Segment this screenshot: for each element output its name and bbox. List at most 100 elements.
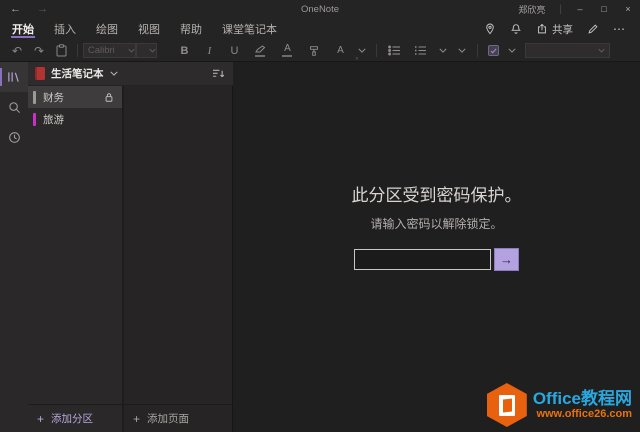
tab-home[interactable]: 开始 <box>2 18 44 40</box>
protected-section-title: 此分区受到密码保护。 <box>351 186 522 205</box>
font-select[interactable]: Calibri <box>82 43 136 58</box>
toolbar-divider <box>375 44 377 57</box>
font-color-button[interactable]: A <box>274 42 301 60</box>
underline-button[interactable]: U <box>222 42 247 60</box>
section-item-travel[interactable]: 旅游 <box>28 108 122 130</box>
sections-pane: 财务 旅游 <box>28 86 123 404</box>
password-row: → <box>354 248 519 271</box>
tab-draw[interactable]: 绘图 <box>86 18 128 40</box>
forward-button[interactable]: → <box>37 3 48 15</box>
user-account[interactable]: 郑欣亮 <box>504 3 559 16</box>
chevron-down-icon <box>598 48 605 53</box>
chevron-down-icon <box>508 48 516 53</box>
clock-icon <box>8 131 20 143</box>
section-item-finance[interactable]: 财务 <box>28 86 122 108</box>
protected-section-subtitle: 请输入密码以解除锁定。 <box>370 217 503 231</box>
lock-icon <box>104 92 114 103</box>
add-section-label: 添加分区 <box>51 413 94 425</box>
bullet-list-button[interactable] <box>382 42 408 60</box>
share-icon <box>538 23 546 34</box>
chevron-down-icon <box>148 48 156 53</box>
watermark-title: Office教程网 <box>532 388 632 408</box>
watermark-url: www.office26.com <box>536 408 632 421</box>
styles-select[interactable] <box>524 43 610 58</box>
font-name-value: Calibri <box>87 45 115 56</box>
redo-button[interactable]: ↷ <box>28 42 50 60</box>
highlight-color-bar <box>255 54 266 57</box>
add-page-button[interactable]: + 添加页面 <box>124 404 233 432</box>
clear-format-glyph: A <box>337 45 344 56</box>
chevron-down-icon[interactable] <box>109 71 118 76</box>
bullet-list-icon <box>388 45 401 56</box>
plus-icon: + <box>133 411 141 426</box>
todo-tag-button[interactable] <box>483 42 505 60</box>
font-size-select[interactable] <box>135 43 157 58</box>
notebooks-button[interactable] <box>0 62 28 92</box>
plus-icon: + <box>37 411 45 426</box>
format-painter-button[interactable] <box>301 42 328 60</box>
font-color-glyph: A <box>284 43 291 54</box>
notebook-header: 生活笔记本 <box>28 62 233 86</box>
toolbar-overflow-button[interactable] <box>452 42 472 60</box>
checkbox-icon <box>488 45 500 56</box>
titlebar-separator: | <box>559 3 562 15</box>
minimize-button[interactable]: – <box>568 0 592 18</box>
content-canvas: 此分区受到密码保护。 请输入密码以解除锁定。 → <box>233 62 640 432</box>
office-document-glyph <box>498 394 515 416</box>
add-page-label: 添加页面 <box>147 413 190 425</box>
clipboard-icon <box>56 44 66 57</box>
highlighter-button[interactable] <box>247 42 274 60</box>
italic-button[interactable]: I <box>197 42 222 60</box>
section-label: 旅游 <box>43 113 64 126</box>
more-list-options-button[interactable] <box>434 42 452 60</box>
search-icon <box>8 101 20 113</box>
recent-notes-button[interactable] <box>0 122 28 152</box>
office-logo-icon <box>486 383 527 427</box>
notebook-icon <box>35 67 45 80</box>
pages-pane <box>124 86 233 404</box>
tab-class-notebook[interactable]: 课堂笔记本 <box>212 18 287 40</box>
chevron-down-icon <box>128 48 135 53</box>
font-color-bar <box>282 55 293 57</box>
search-button[interactable] <box>0 92 28 122</box>
library-icon <box>8 72 19 82</box>
section-color-bar <box>33 90 36 104</box>
maximize-button[interactable]: □ <box>592 0 616 18</box>
unlock-button[interactable]: → <box>494 248 519 271</box>
chevron-down-icon <box>439 48 447 53</box>
section-color-bar <box>33 112 36 126</box>
share-label: 共享 <box>552 23 573 36</box>
bell-icon[interactable] <box>510 23 522 35</box>
numbered-list-button[interactable] <box>408 42 434 60</box>
tab-insert[interactable]: 插入 <box>44 18 86 40</box>
back-button[interactable]: ← <box>10 3 21 15</box>
undo-button[interactable]: ↶ <box>6 42 28 60</box>
pencil-icon[interactable] <box>587 23 599 35</box>
format-painter-icon <box>310 45 319 56</box>
sort-icon <box>213 69 225 78</box>
more-options-button[interactable]: ⋯ <box>613 22 626 36</box>
location-icon[interactable] <box>484 23 496 35</box>
bold-button[interactable]: B <box>172 42 197 60</box>
numbered-list-icon <box>415 46 427 55</box>
titlebar: ← → OneNote 郑欣亮 | – □ × <box>0 0 640 18</box>
clear-formatting-button[interactable]: A ₓ <box>328 42 358 61</box>
left-rail <box>0 62 28 432</box>
formatting-toolbar: ↶ ↷ Calibri B I U A A ₓ <box>0 40 640 62</box>
menubar: 开始 插入 绘图 视图 帮助 课堂笔记本 共享 ⋯ <box>0 18 640 40</box>
section-label: 财务 <box>43 91 64 104</box>
watermark: Office教程网 www.office26.com <box>486 383 632 427</box>
sort-sections-button[interactable] <box>212 68 225 79</box>
tab-view[interactable]: 视图 <box>128 18 170 40</box>
notebook-switcher[interactable]: 生活笔记本 <box>51 66 104 81</box>
password-input[interactable] <box>354 249 491 270</box>
paste-button[interactable] <box>50 42 72 60</box>
chevron-down-icon <box>458 48 466 53</box>
tag-options-button[interactable] <box>505 42 519 60</box>
add-section-button[interactable]: + 添加分区 <box>28 404 123 432</box>
close-button[interactable]: × <box>616 0 640 18</box>
toolbar-divider <box>476 44 478 57</box>
toolbar-divider <box>77 44 78 57</box>
tab-help[interactable]: 帮助 <box>170 18 212 40</box>
share-button[interactable]: 共享 <box>536 22 573 37</box>
